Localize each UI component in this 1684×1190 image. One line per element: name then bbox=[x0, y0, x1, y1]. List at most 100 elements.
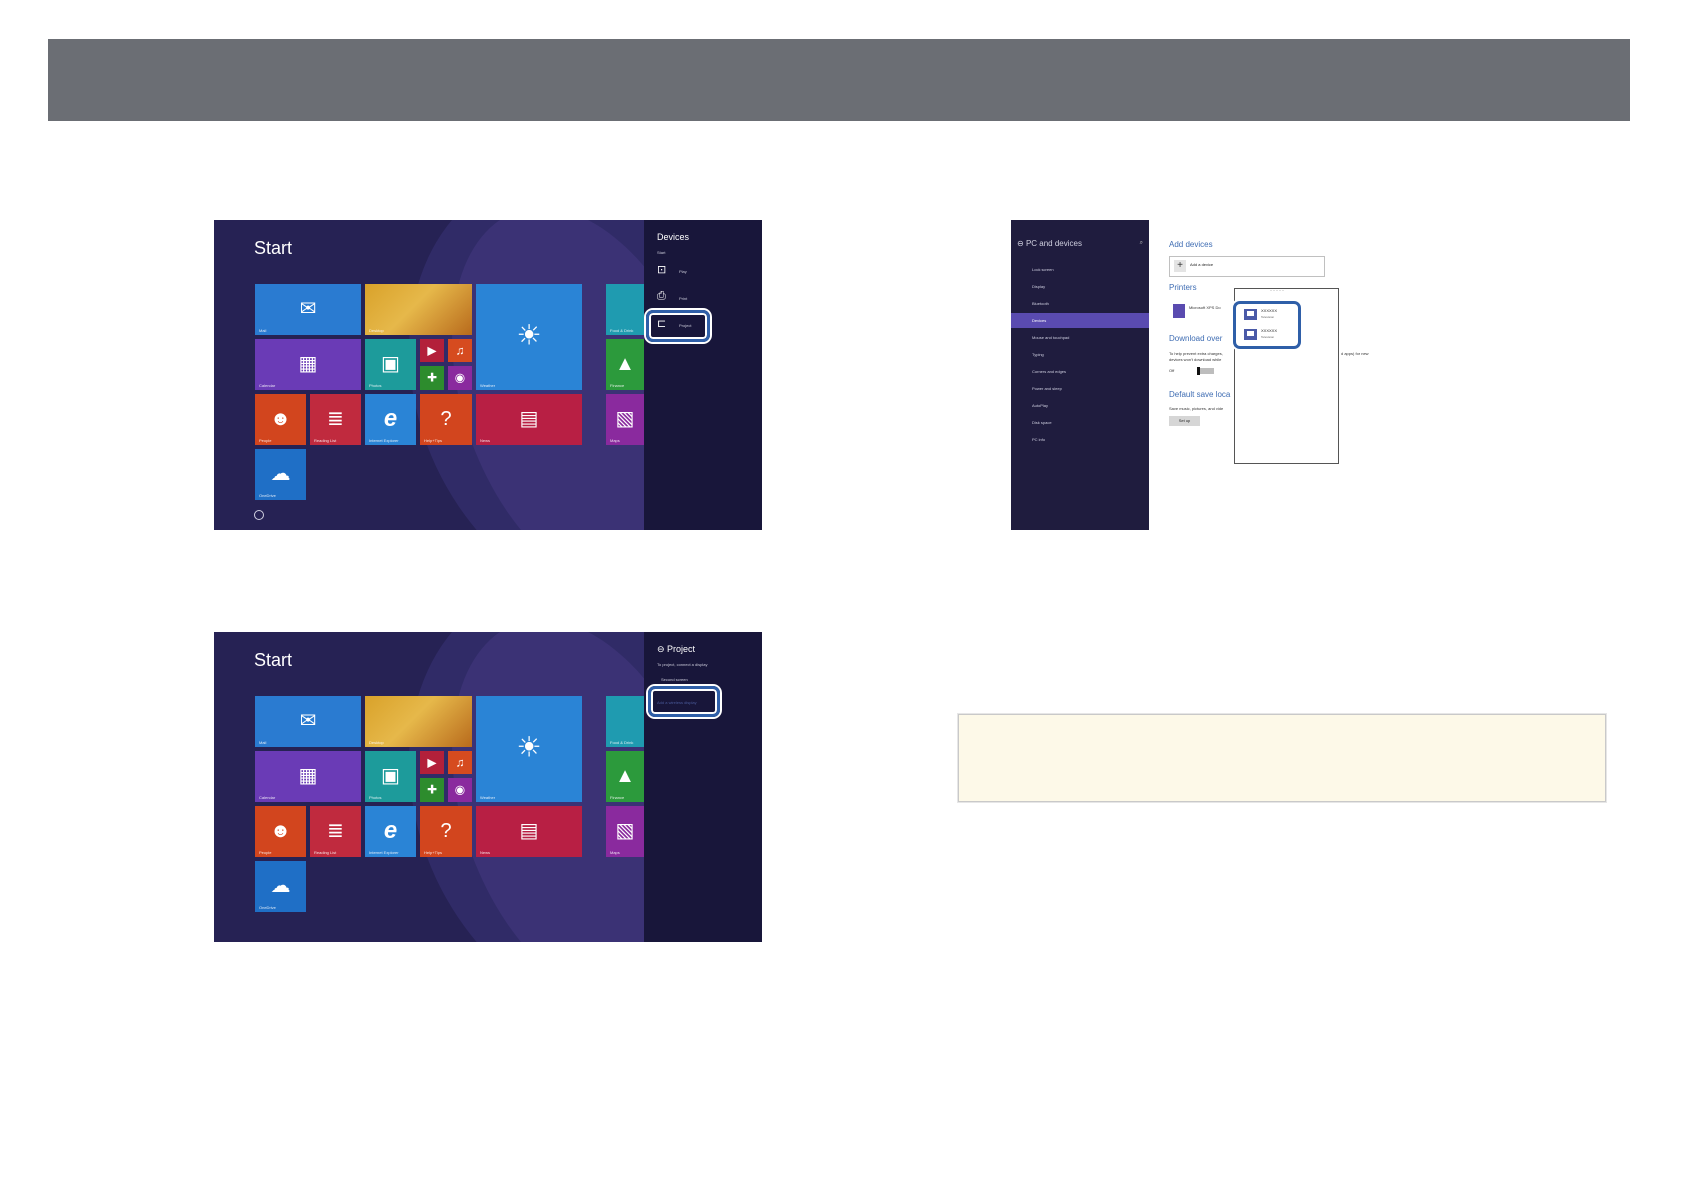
tile-internet-explorer[interactable]: e Internet Explorer bbox=[365, 394, 416, 445]
add-device-button[interactable]: + Add a device bbox=[1169, 256, 1325, 277]
second-screen-option[interactable]: Second screen bbox=[661, 677, 688, 682]
people-icon: ☻ bbox=[269, 819, 292, 842]
download-heading: Download over bbox=[1169, 334, 1223, 343]
pc-settings-title[interactable]: ⊖ PC and devices bbox=[1017, 239, 1082, 248]
video-icon: ▶ bbox=[427, 342, 437, 357]
nav-display[interactable]: Display bbox=[1011, 279, 1149, 294]
nav-pc-info[interactable]: PC info bbox=[1011, 432, 1149, 447]
games-icon: ✚ bbox=[426, 782, 438, 797]
tile-people[interactable]: ☻ People bbox=[255, 394, 306, 445]
devices-charm: Devices Start ⊡ Play ⎙ Print ⊏ Project bbox=[644, 220, 762, 530]
tile-games[interactable]: ✚ bbox=[420, 778, 444, 802]
nav-devices[interactable]: Devices bbox=[1011, 313, 1149, 328]
search-icon[interactable]: ⌕ bbox=[1140, 240, 1143, 247]
tile-desktop[interactable]: Desktop bbox=[365, 284, 472, 335]
printer-item[interactable]: Microsoft XPS Do bbox=[1189, 305, 1221, 310]
onedrive-icon: ☁ bbox=[270, 874, 291, 897]
nav-mouse-touchpad[interactable]: Mouse and touchpad bbox=[1011, 330, 1149, 345]
tile-people[interactable]: ☻ People bbox=[255, 806, 306, 857]
camera-icon: ◉ bbox=[454, 370, 466, 385]
metered-download-toggle[interactable] bbox=[1197, 367, 1214, 375]
default-save-heading: Default save loca bbox=[1169, 390, 1231, 399]
help-icon: ? bbox=[440, 819, 452, 842]
tile-music[interactable]: ♫ bbox=[448, 751, 472, 774]
play-device-icon[interactable]: ⊡ bbox=[657, 263, 666, 276]
tile-mail[interactable]: ✉ Mail bbox=[255, 696, 361, 747]
charm-title[interactable]: ⊖ Project bbox=[657, 644, 695, 655]
power-icon[interactable] bbox=[254, 510, 264, 520]
tile-desktop[interactable]: Desktop bbox=[365, 696, 472, 747]
help-icon: ? bbox=[440, 407, 452, 430]
people-icon: ☻ bbox=[269, 407, 292, 430]
print-icon[interactable]: ⎙ bbox=[657, 290, 666, 303]
calendar-icon: ▦ bbox=[298, 764, 318, 787]
tile-maps[interactable]: ▧ Maps bbox=[606, 806, 644, 857]
found-devices-highlight bbox=[1233, 301, 1301, 349]
tile-food-drink[interactable]: Food & Drink bbox=[606, 696, 644, 747]
tile-maps[interactable]: ▧ Maps bbox=[606, 394, 644, 445]
tile-photos[interactable]: ▣ Photos bbox=[365, 751, 416, 802]
tile-camera[interactable]: ◉ bbox=[448, 778, 472, 802]
tile-onedrive[interactable]: ☁ OneDrive bbox=[255, 449, 306, 500]
nav-power-sleep[interactable]: Power and sleep bbox=[1011, 381, 1149, 396]
tile-help-tips[interactable]: ? Help+Tips bbox=[420, 394, 472, 445]
internet-explorer-icon: e bbox=[383, 404, 398, 432]
nav-corners-edges[interactable]: Corners and edges bbox=[1011, 364, 1149, 379]
start-screen-devices-screenshot: Start ✉ Mail Desktop ☀ Weather Food & Dr… bbox=[214, 220, 762, 530]
tile-video[interactable]: ▶ bbox=[420, 339, 444, 362]
news-icon: ▤ bbox=[519, 407, 539, 430]
nav-bluetooth[interactable]: Bluetooth bbox=[1011, 296, 1149, 311]
save-text: Save music, pictures, and vide bbox=[1169, 406, 1224, 411]
tile-onedrive[interactable]: ☁ OneDrive bbox=[255, 861, 306, 912]
photos-icon: ▣ bbox=[381, 352, 400, 375]
pc-settings-sidebar: ⊖ PC and devices ⌕ Lock screen Display B… bbox=[1011, 220, 1149, 530]
tile-finance[interactable]: ▲ Finance bbox=[606, 751, 644, 802]
charm-item-play[interactable]: Play bbox=[679, 269, 687, 274]
tile-video[interactable]: ▶ bbox=[420, 751, 444, 774]
mail-icon: ✉ bbox=[299, 297, 317, 320]
tile-camera[interactable]: ◉ bbox=[448, 366, 472, 390]
tile-mail[interactable]: ✉ Mail bbox=[255, 284, 361, 335]
camera-icon: ◉ bbox=[454, 782, 466, 797]
tile-internet-explorer[interactable]: e Internet Explorer bbox=[365, 806, 416, 857]
tile-calendar[interactable]: ▦ Calendar bbox=[255, 751, 361, 802]
printers-heading: Printers bbox=[1169, 283, 1197, 292]
weather-icon: ☀ bbox=[516, 319, 542, 351]
header-bar bbox=[48, 39, 1630, 121]
tile-news[interactable]: ▤ News bbox=[476, 394, 582, 445]
tile-help-tips[interactable]: ? Help+Tips bbox=[420, 806, 472, 857]
tile-music[interactable]: ♫ bbox=[448, 339, 472, 362]
download-text-right: d apps) for new bbox=[1341, 351, 1369, 356]
tile-reading-list[interactable]: ≣ Reading List bbox=[310, 806, 361, 857]
tile-food-drink[interactable]: Food & Drink bbox=[606, 284, 644, 335]
photos-icon: ▣ bbox=[381, 764, 400, 787]
add-wireless-display-highlight bbox=[648, 686, 720, 717]
loading-dots: ····· bbox=[1270, 288, 1285, 294]
games-icon: ✚ bbox=[426, 370, 438, 385]
music-icon: ♫ bbox=[455, 754, 465, 769]
tile-weather[interactable]: ☀ Weather bbox=[476, 696, 582, 802]
note-box bbox=[958, 714, 1606, 802]
nav-lock-screen[interactable]: Lock screen bbox=[1011, 262, 1149, 277]
tile-reading-list[interactable]: ≣ Reading List bbox=[310, 394, 361, 445]
start-title: Start bbox=[254, 650, 293, 670]
tile-news[interactable]: ▤ News bbox=[476, 806, 582, 857]
reading-list-icon: ≣ bbox=[327, 407, 344, 430]
start-screen-project-screenshot: Start ✉ Mail Desktop ☀ Weather Food & Dr… bbox=[214, 632, 762, 942]
charm-item-print[interactable]: Print bbox=[679, 296, 687, 301]
mail-icon: ✉ bbox=[299, 709, 317, 732]
project-charm: ⊖ Project To project, connect a display … bbox=[644, 632, 762, 942]
tile-photos[interactable]: ▣ Photos bbox=[365, 339, 416, 390]
tile-games[interactable]: ✚ bbox=[420, 366, 444, 390]
tile-finance[interactable]: ▲ Finance bbox=[606, 339, 644, 390]
printer-icon bbox=[1173, 304, 1185, 318]
finance-icon: ▲ bbox=[615, 352, 635, 375]
set-up-button[interactable]: Set up bbox=[1169, 416, 1200, 426]
nav-autoplay[interactable]: AutoPlay bbox=[1011, 398, 1149, 413]
tile-calendar[interactable]: ▦ Calendar bbox=[255, 339, 361, 390]
start-title: Start bbox=[254, 238, 293, 258]
news-icon: ▤ bbox=[519, 819, 539, 842]
nav-disk-space[interactable]: Disk space bbox=[1011, 415, 1149, 430]
tile-weather[interactable]: ☀ Weather bbox=[476, 284, 582, 390]
nav-typing[interactable]: Typing bbox=[1011, 347, 1149, 362]
